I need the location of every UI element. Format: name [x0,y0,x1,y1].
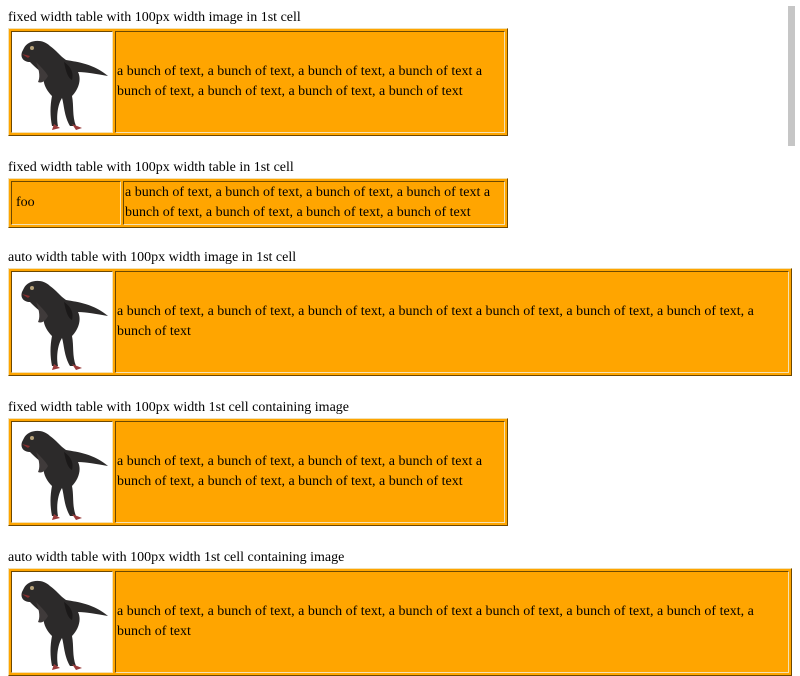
text-cell: a bunch of text, a bunch of text, a bunc… [115,31,505,133]
layout-table: foo a bunch of text, a bunch of text, a … [8,178,508,228]
scrollbar-thumb[interactable] [788,6,795,146]
layout-table: a bunch of text, a bunch of text, a bunc… [8,268,792,376]
layout-table: a bunch of text, a bunch of text, a bunc… [8,28,508,136]
image-cell [11,571,113,673]
section-caption: auto width table with 100px width image … [8,250,297,265]
text-cell: a bunch of text, a bunch of text, a bunc… [123,181,505,225]
section-caption: auto width table with 100px width 1st ce… [8,550,345,565]
section-4: fixed width table with 100px width 1st c… [8,398,508,526]
text-cell: a bunch of text, a bunch of text, a bunc… [115,421,505,523]
section-caption: fixed width table with 100px width 1st c… [8,400,349,415]
section-1: fixed width table with 100px width image… [8,8,508,136]
foo-cell: foo [11,181,121,225]
text-cell: a bunch of text, a bunch of text, a bunc… [115,271,789,373]
image-cell [11,421,113,523]
section-2: fixed width table with 100px width table… [8,158,508,228]
section-3: auto width table with 100px width image … [8,248,792,376]
dinosaur-icon [21,280,109,370]
dinosaur-icon [21,430,109,520]
section-caption: fixed width table with 100px width table… [8,160,294,175]
image-cell [11,271,113,373]
dinosaur-icon [21,580,109,670]
section-caption: fixed width table with 100px width image… [8,10,301,25]
dinosaur-icon [21,40,109,130]
layout-table: a bunch of text, a bunch of text, a bunc… [8,418,508,526]
layout-table: a bunch of text, a bunch of text, a bunc… [8,568,792,676]
section-5: auto width table with 100px width 1st ce… [8,548,792,676]
image-cell [11,31,113,133]
text-cell: a bunch of text, a bunch of text, a bunc… [115,571,789,673]
